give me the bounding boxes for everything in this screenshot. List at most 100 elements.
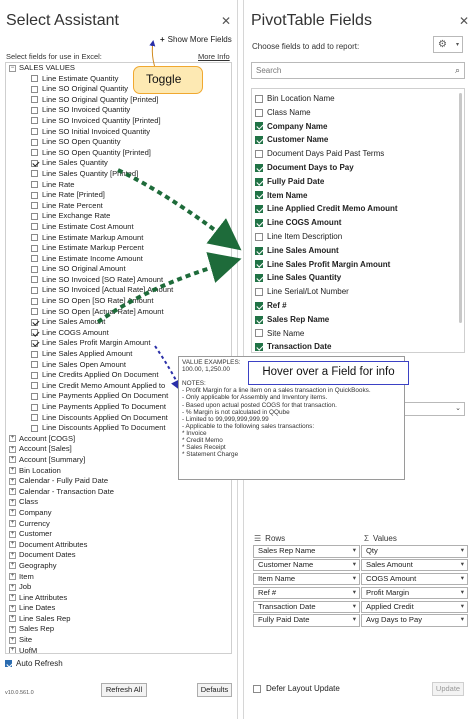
expand-icon[interactable]: + bbox=[9, 477, 16, 485]
pivot-field-checkbox[interactable] bbox=[255, 150, 263, 159]
field-checkbox[interactable] bbox=[31, 170, 38, 178]
pivot-field-item[interactable]: Line Applied Credit Memo Amount bbox=[252, 202, 464, 216]
pivot-field-checkbox[interactable] bbox=[255, 315, 263, 324]
expand-icon[interactable]: + bbox=[9, 594, 16, 602]
values-area[interactable]: Qty ▾ Sales Amount ▾ COGS Amount ▾ Profit Marg… bbox=[361, 545, 468, 633]
expand-icon[interactable]: + bbox=[9, 636, 16, 644]
pivot-field-item[interactable]: Transaction Date bbox=[252, 340, 464, 352]
chevron-down-icon[interactable]: ▾ bbox=[353, 602, 356, 613]
field-checkbox[interactable] bbox=[31, 392, 38, 400]
defer-layout-update-toggle[interactable]: Defer Layout Update bbox=[253, 684, 340, 693]
field-checkbox[interactable] bbox=[31, 202, 38, 210]
pivot-field-checkbox[interactable] bbox=[255, 260, 263, 269]
expand-icon[interactable]: + bbox=[9, 562, 16, 570]
expand-icon[interactable]: + bbox=[9, 530, 16, 538]
field-group-item[interactable]: + Currency bbox=[6, 519, 231, 530]
expand-icon[interactable]: + bbox=[9, 647, 16, 653]
field-tree-item[interactable]: Line Sales Profit Margin Amount bbox=[6, 338, 231, 349]
field-checkbox[interactable] bbox=[31, 286, 38, 294]
pivot-field-checkbox[interactable] bbox=[255, 177, 263, 186]
chevron-down-icon[interactable]: ▾ bbox=[461, 588, 464, 599]
value-field-pill[interactable]: Profit Margin ▾ bbox=[361, 586, 468, 600]
chevron-down-icon[interactable]: ▾ bbox=[353, 574, 356, 585]
chevron-down-icon[interactable]: ▾ bbox=[461, 602, 464, 613]
value-field-pill[interactable]: Applied Credit ▾ bbox=[361, 600, 468, 614]
pivot-field-item[interactable]: Fully Paid Date bbox=[252, 175, 464, 189]
pivot-field-checkbox[interactable] bbox=[255, 191, 263, 200]
field-checkbox[interactable] bbox=[31, 138, 38, 146]
pivot-field-checkbox[interactable] bbox=[255, 122, 263, 131]
pivot-field-checkbox[interactable] bbox=[255, 108, 263, 117]
field-checkbox[interactable] bbox=[31, 318, 38, 326]
expand-icon[interactable]: + bbox=[9, 573, 16, 580]
field-tree-item[interactable]: Line Estimate Markup Percent bbox=[6, 243, 231, 254]
field-checkbox[interactable] bbox=[31, 128, 38, 136]
defer-checkbox[interactable] bbox=[253, 684, 261, 693]
expand-icon[interactable]: + bbox=[9, 541, 16, 549]
pivot-field-item[interactable]: Company Name bbox=[252, 120, 464, 134]
rows-area[interactable]: Sales Rep Name ▾ Customer Name ▾ Item Name ▾ R… bbox=[253, 545, 360, 633]
field-tree-item[interactable]: Line SO Open [Actual Rate] Amount bbox=[6, 307, 231, 318]
field-checkbox[interactable] bbox=[31, 382, 38, 390]
field-tree-item[interactable]: Line SO Original Amount bbox=[6, 264, 231, 275]
more-info-link[interactable]: More Info bbox=[198, 52, 230, 61]
expand-icon[interactable]: + bbox=[9, 583, 16, 591]
pivot-field-item[interactable]: Line Sales Profit Margin Amount bbox=[252, 258, 464, 272]
field-checkbox[interactable] bbox=[31, 350, 38, 358]
field-tree-item[interactable]: Line SO Invoiced [Actual Rate] Amount bbox=[6, 285, 231, 296]
field-checkbox[interactable] bbox=[31, 234, 38, 241]
field-tree-item[interactable]: Line Sales Quantity [Printed] bbox=[6, 169, 231, 180]
field-checkbox[interactable] bbox=[31, 361, 38, 369]
field-group-item[interactable]: + Class bbox=[6, 497, 231, 508]
expand-icon[interactable]: + bbox=[9, 509, 16, 517]
pivot-field-item[interactable]: Sales Rep Name bbox=[252, 313, 464, 327]
pivot-field-item[interactable]: Document Days Paid Past Terms bbox=[252, 147, 464, 161]
field-tree-item[interactable]: Line Rate [Printed] bbox=[6, 190, 231, 201]
field-checkbox[interactable] bbox=[31, 255, 38, 263]
field-tree-item[interactable]: Line SO Invoiced Quantity bbox=[6, 105, 231, 116]
expand-icon[interactable]: + bbox=[9, 467, 16, 475]
pivot-field-checkbox[interactable] bbox=[255, 246, 263, 255]
field-tree-item[interactable]: Line SO Original Quantity [Printed] bbox=[6, 95, 231, 106]
pivot-field-checkbox[interactable] bbox=[255, 288, 263, 297]
field-group-item[interactable]: + Line Dates bbox=[6, 603, 231, 614]
pivot-field-item[interactable]: Customer Name bbox=[252, 133, 464, 147]
row-field-pill[interactable]: Ref # ▾ bbox=[253, 586, 360, 600]
field-tree-item[interactable]: Line SO Open Quantity [Printed] bbox=[6, 148, 231, 159]
row-field-pill[interactable]: Fully Paid Date ▾ bbox=[253, 614, 360, 627]
field-tree-item[interactable]: Line COGS Amount bbox=[6, 328, 231, 339]
value-field-pill[interactable]: COGS Amount ▾ bbox=[361, 572, 468, 586]
pivot-field-checkbox[interactable] bbox=[255, 163, 263, 172]
pivot-field-checkbox[interactable] bbox=[255, 136, 263, 145]
defaults-button[interactable]: Defaults bbox=[197, 683, 232, 697]
update-button[interactable]: Update bbox=[432, 682, 464, 696]
field-checkbox[interactable] bbox=[31, 329, 38, 337]
field-checkbox[interactable] bbox=[31, 223, 38, 231]
pivot-field-checkbox[interactable] bbox=[255, 301, 263, 310]
field-checkbox[interactable] bbox=[31, 212, 38, 220]
row-field-pill[interactable]: Transaction Date ▾ bbox=[253, 600, 360, 614]
field-tree-item[interactable]: Line Estimate Cost Amount bbox=[6, 222, 231, 233]
expand-icon[interactable]: + bbox=[9, 435, 16, 443]
close-icon[interactable]: ✕ bbox=[221, 14, 231, 28]
pivot-field-item[interactable]: Line Item Description bbox=[252, 230, 464, 244]
pivot-field-checkbox[interactable] bbox=[255, 94, 263, 103]
field-tree-item[interactable]: Line Rate bbox=[6, 180, 231, 191]
field-tree-item[interactable]: Line SO Open Quantity bbox=[6, 137, 231, 148]
field-group-item[interactable]: + Item bbox=[6, 572, 231, 583]
pivot-field-item[interactable]: Site Name bbox=[252, 327, 464, 341]
pivot-field-item[interactable]: Line Sales Quantity bbox=[252, 271, 464, 285]
field-checkbox[interactable] bbox=[31, 191, 38, 199]
expand-icon[interactable]: + bbox=[9, 551, 16, 559]
field-tree-item[interactable]: Line Sales Amount bbox=[6, 317, 231, 328]
field-tree-item[interactable]: Line SO Initial Invoiced Quantity bbox=[6, 127, 231, 138]
field-checkbox[interactable] bbox=[31, 424, 38, 432]
field-group-item[interactable]: + Job bbox=[6, 582, 231, 593]
field-group-item[interactable]: + Calendar - Transaction Date bbox=[6, 487, 231, 498]
field-tree-item[interactable]: Line Sales Quantity bbox=[6, 158, 231, 169]
collapse-icon[interactable]: − bbox=[9, 64, 16, 72]
field-tree-item[interactable]: Line Estimate Income Amount bbox=[6, 254, 231, 265]
pivot-field-item[interactable]: Line COGS Amount bbox=[252, 216, 464, 230]
pivot-field-checkbox[interactable] bbox=[255, 343, 263, 352]
field-group-item[interactable]: + Sales Rep bbox=[6, 624, 231, 635]
